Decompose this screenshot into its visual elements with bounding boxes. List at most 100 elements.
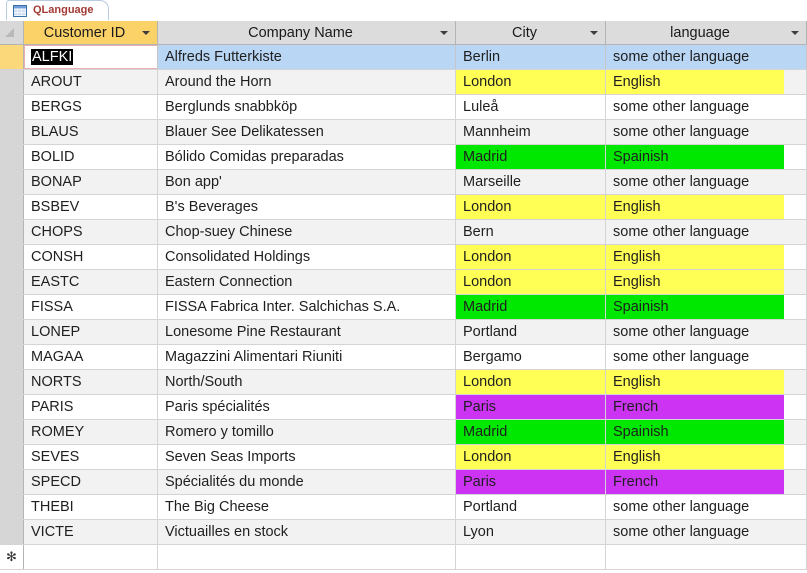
cell-company_name[interactable]: Chop-suey Chinese <box>158 220 456 244</box>
datasheet-grid[interactable]: Customer ID Company Name City language A… <box>0 21 807 573</box>
row-selector[interactable] <box>0 345 24 369</box>
cell-company_name[interactable]: Seven Seas Imports <box>158 445 456 469</box>
table-row[interactable]: PARISParis spécialitésParisFrench <box>0 395 807 420</box>
cell-city[interactable]: Mannheim <box>456 120 606 144</box>
cell-company_name[interactable]: North/South <box>158 370 456 394</box>
cell-company_name[interactable]: B's Beverages <box>158 195 456 219</box>
new-record-cell-company-name[interactable] <box>158 545 456 569</box>
cell-customer_id[interactable]: BERGS <box>24 95 158 119</box>
cell-language[interactable]: some other language <box>606 45 807 69</box>
table-row[interactable]: BOLIDBólido Comidas preparadasMadridSpai… <box>0 145 807 170</box>
table-row[interactable]: NORTSNorth/SouthLondonEnglish <box>0 370 807 395</box>
cell-customer_id[interactable]: NORTS <box>24 370 158 394</box>
cell-customer_id[interactable]: ROMEY <box>24 420 158 444</box>
cell-company_name[interactable]: Berglunds snabbköp <box>158 95 456 119</box>
cell-language[interactable]: some other language <box>606 520 807 544</box>
row-selector[interactable] <box>0 370 24 394</box>
cell-company_name[interactable]: Lonesome Pine Restaurant <box>158 320 456 344</box>
cell-customer_id[interactable]: EASTC <box>24 270 158 294</box>
row-selector[interactable] <box>0 445 24 469</box>
cell-company_name[interactable]: The Big Cheese <box>158 495 456 519</box>
cell-company_name[interactable]: Bólido Comidas preparadas <box>158 145 456 169</box>
table-row[interactable]: SPECDSpécialités du mondeParisFrench <box>0 470 807 495</box>
cell-customer_id[interactable]: FISSA <box>24 295 158 319</box>
row-selector[interactable] <box>0 270 24 294</box>
row-selector[interactable] <box>0 145 24 169</box>
row-selector[interactable] <box>0 70 24 94</box>
cell-city[interactable]: Madrid <box>456 420 606 444</box>
row-selector[interactable] <box>0 120 24 144</box>
table-row[interactable]: SEVESSeven Seas ImportsLondonEnglish <box>0 445 807 470</box>
cell-company_name[interactable]: Around the Horn <box>158 70 456 94</box>
cell-customer_id[interactable]: LONEP <box>24 320 158 344</box>
select-all-corner[interactable] <box>0 21 24 44</box>
cell-language[interactable]: some other language <box>606 345 807 369</box>
column-header-customer-id[interactable]: Customer ID <box>24 21 158 44</box>
cell-language[interactable]: French <box>606 395 807 419</box>
cell-language[interactable]: English <box>606 445 807 469</box>
table-row[interactable]: THEBIThe Big CheesePortlandsome other la… <box>0 495 807 520</box>
cell-customer_id[interactable]: CONSH <box>24 245 158 269</box>
cell-city[interactable]: Luleå <box>456 95 606 119</box>
cell-city[interactable]: London <box>456 70 606 94</box>
cell-customer_id[interactable]: BONAP <box>24 170 158 194</box>
cell-language[interactable]: some other language <box>606 220 807 244</box>
cell-company_name[interactable]: FISSA Fabrica Inter. Salchichas S.A. <box>158 295 456 319</box>
table-row[interactable]: CHOPSChop-suey ChineseBernsome other lan… <box>0 220 807 245</box>
cell-language[interactable]: some other language <box>606 495 807 519</box>
cell-city[interactable]: Madrid <box>456 145 606 169</box>
cell-customer_id[interactable]: PARIS <box>24 395 158 419</box>
row-selector[interactable] <box>0 320 24 344</box>
cell-city[interactable]: Madrid <box>456 295 606 319</box>
cell-language[interactable]: Spainish <box>606 145 807 169</box>
cell-company_name[interactable]: Bon app' <box>158 170 456 194</box>
row-selector[interactable] <box>0 195 24 219</box>
cell-company_name[interactable]: Spécialités du monde <box>158 470 456 494</box>
cell-city[interactable]: London <box>456 245 606 269</box>
cell-language[interactable]: English <box>606 245 807 269</box>
cell-language[interactable]: English <box>606 70 807 94</box>
cell-language[interactable]: some other language <box>606 320 807 344</box>
cell-company_name[interactable]: Paris spécialités <box>158 395 456 419</box>
column-header-company-name[interactable]: Company Name <box>158 21 456 44</box>
cell-language[interactable]: French <box>606 470 807 494</box>
chevron-down-icon[interactable] <box>590 31 598 35</box>
new-record-cell-language[interactable] <box>606 545 807 569</box>
row-selector[interactable] <box>0 420 24 444</box>
cell-language[interactable]: some other language <box>606 170 807 194</box>
cell-city[interactable]: London <box>456 370 606 394</box>
cell-customer_id[interactable]: CHOPS <box>24 220 158 244</box>
cell-company_name[interactable]: Eastern Connection <box>158 270 456 294</box>
cell-language[interactable]: some other language <box>606 95 807 119</box>
table-row[interactable]: VICTEVictuailles en stockLyonsome other … <box>0 520 807 545</box>
cell-city[interactable]: Paris <box>456 470 606 494</box>
cell-customer_id[interactable]: VICTE <box>24 520 158 544</box>
cell-city[interactable]: Paris <box>456 395 606 419</box>
cell-city[interactable]: Marseille <box>456 170 606 194</box>
cell-city[interactable]: London <box>456 445 606 469</box>
cell-company_name[interactable]: Blauer See Delikatessen <box>158 120 456 144</box>
column-header-language[interactable]: language <box>606 21 807 44</box>
cell-city[interactable]: London <box>456 195 606 219</box>
chevron-down-icon[interactable] <box>791 31 799 35</box>
new-record-marker[interactable]: ✻ <box>0 545 24 569</box>
table-row[interactable]: BERGSBerglunds snabbköpLuleåsome other l… <box>0 95 807 120</box>
row-selector[interactable] <box>0 170 24 194</box>
table-row[interactable]: FISSAFISSA Fabrica Inter. Salchichas S.A… <box>0 295 807 320</box>
table-row[interactable]: MAGAAMagazzini Alimentari RiunitiBergamo… <box>0 345 807 370</box>
cell-language[interactable]: Spainish <box>606 420 807 444</box>
row-selector[interactable] <box>0 45 24 69</box>
column-header-city[interactable]: City <box>456 21 606 44</box>
document-tab-qlanguage[interactable]: QLanguage <box>6 0 109 20</box>
row-selector[interactable] <box>0 520 24 544</box>
cell-city[interactable]: Bergamo <box>456 345 606 369</box>
row-selector[interactable] <box>0 220 24 244</box>
cell-language[interactable]: some other language <box>606 120 807 144</box>
cell-language[interactable]: English <box>606 370 807 394</box>
cell-city[interactable]: Portland <box>456 495 606 519</box>
new-record-row[interactable]: ✻ <box>0 545 807 570</box>
cell-company_name[interactable]: Consolidated Holdings <box>158 245 456 269</box>
chevron-down-icon[interactable] <box>142 31 150 35</box>
cell-company_name[interactable]: Magazzini Alimentari Riuniti <box>158 345 456 369</box>
table-row[interactable]: ROMEYRomero y tomilloMadridSpainish <box>0 420 807 445</box>
